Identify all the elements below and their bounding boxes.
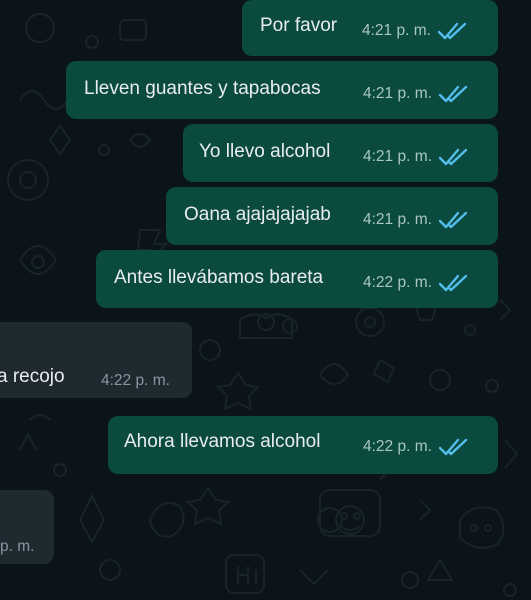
message-time: 4:22 p. m. [101,372,170,389]
message-time: 4:22 p. m. [363,438,432,455]
message-bubble-outgoing[interactable]: Oana ajajajajajab 4:21 p. m. [166,187,498,245]
message-time: p. m. [0,538,35,555]
message-bubble-incoming[interactable]: p. m. [0,490,54,564]
message-time: 4:21 p. m. [363,85,432,102]
message-time: 4:21 p. m. [363,148,432,165]
double-check-read-icon [438,438,468,456]
message-time: 4:21 p. m. [362,22,431,39]
message-bubble-outgoing[interactable]: Lleven guantes y tapabocas 4:21 p. m. [66,61,498,119]
double-check-read-icon [438,148,468,166]
message-text: Por favor [260,15,338,36]
message-bubble-outgoing[interactable]: Antes llevábamos bareta 4:22 p. m. [96,250,498,308]
message-bubble-outgoing[interactable]: Yo llevo alcohol 4:21 p. m. [183,124,498,182]
message-text: a recojo [0,366,65,387]
message-bubble-outgoing[interactable]: Ahora llevamos alcohol 4:22 p. m. [108,416,498,474]
message-text: Lleven guantes y tapabocas [84,78,321,99]
message-bubble-outgoing[interactable]: Por favor 4:21 p. m. [242,0,498,56]
double-check-read-icon [437,22,467,40]
double-check-read-icon [438,85,468,103]
message-text: Oana ajajajajajab [184,204,331,225]
message-bubble-incoming[interactable]: a recojo 4:22 p. m. [0,322,192,398]
double-check-read-icon [438,274,468,292]
message-text: Yo llevo alcohol [199,141,331,162]
message-time: 4:22 p. m. [363,274,432,291]
message-time: 4:21 p. m. [363,211,432,228]
message-text: Ahora llevamos alcohol [124,431,321,452]
message-text: Antes llevábamos bareta [114,267,324,288]
double-check-read-icon [438,211,468,229]
